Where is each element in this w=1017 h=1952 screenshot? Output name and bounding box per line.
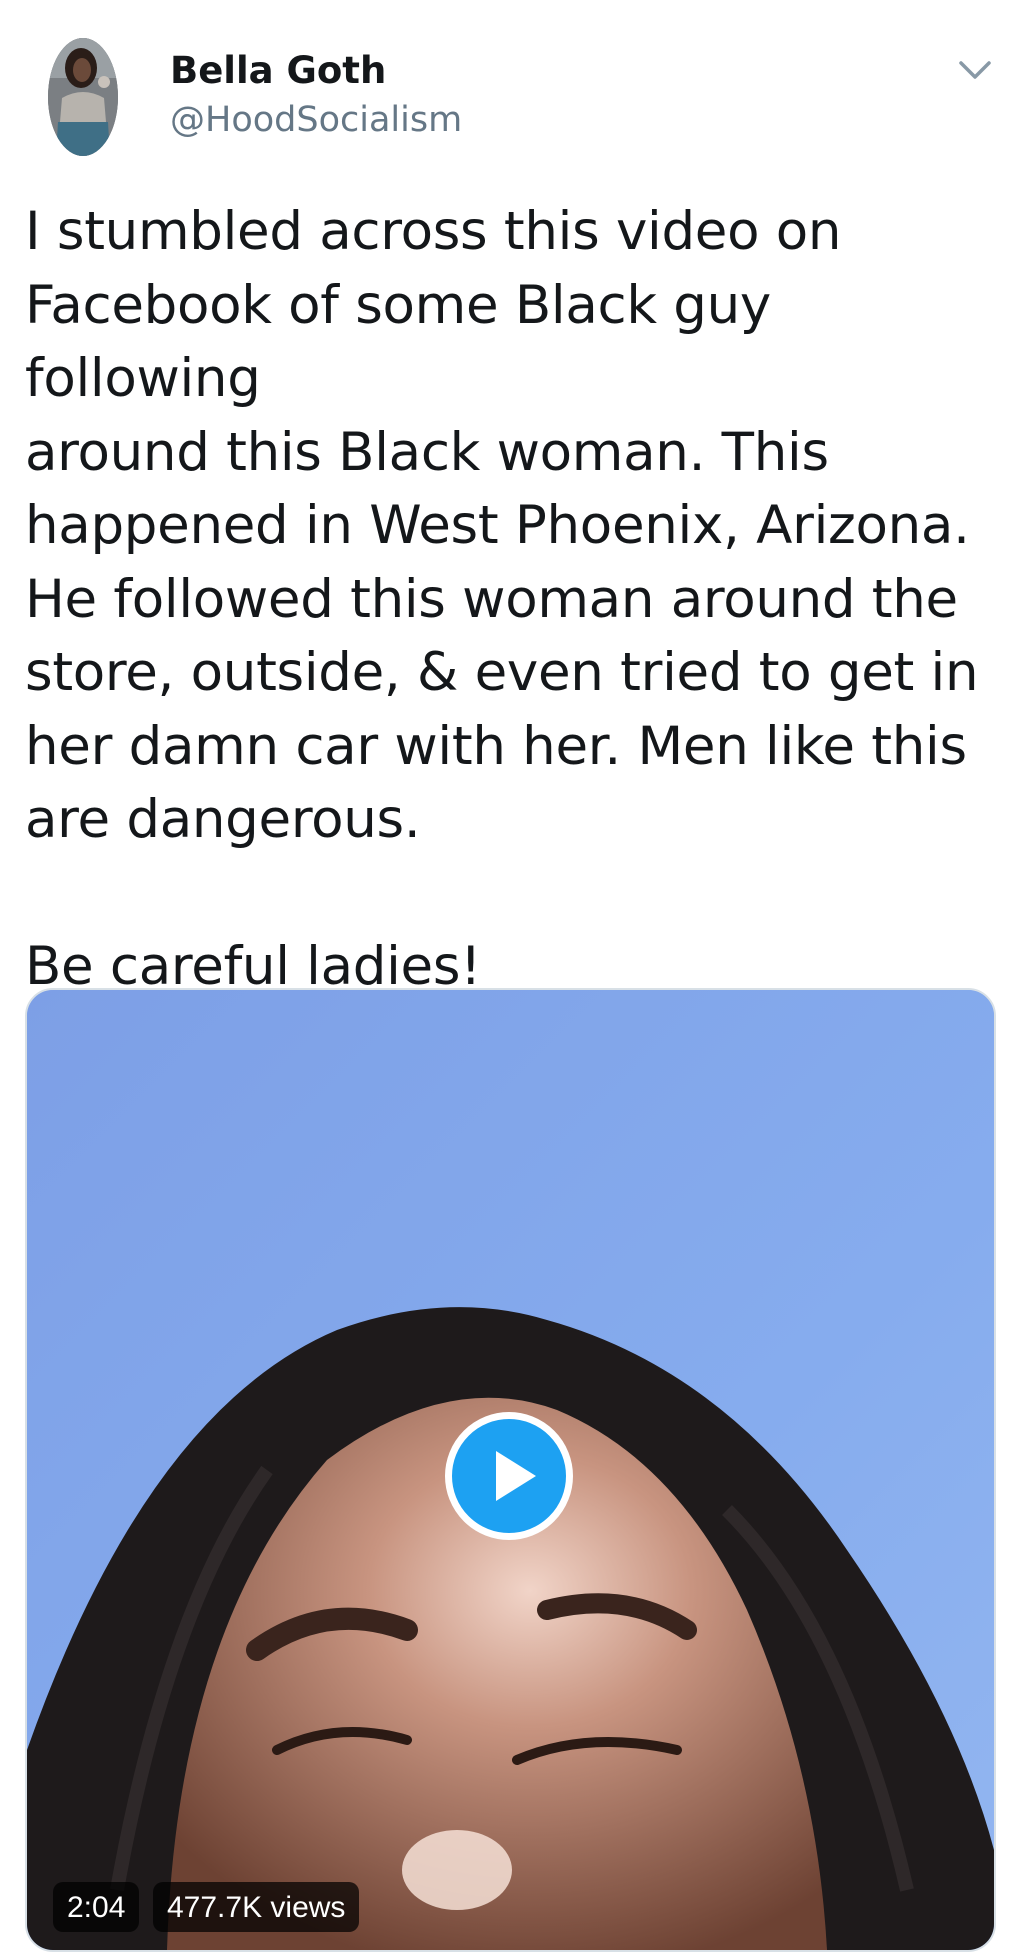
video-player[interactable]: 2:04 477.7K views [25, 988, 996, 1952]
avatar[interactable] [48, 38, 118, 156]
tweet-card: Bella Goth @HoodSocialism I stumbled acr… [0, 0, 1017, 1952]
chevron-down-icon[interactable] [955, 55, 995, 85]
tweet-text: I stumbled across this video on Facebook… [25, 201, 979, 997]
author-display-name[interactable]: Bella Goth [170, 52, 386, 89]
play-button[interactable] [445, 1412, 573, 1540]
author-handle[interactable]: @HoodSocialism [170, 103, 462, 138]
video-views-badge: 477.7K views [153, 1882, 360, 1932]
play-icon [496, 1451, 536, 1501]
video-duration-badge: 2:04 [53, 1882, 140, 1932]
